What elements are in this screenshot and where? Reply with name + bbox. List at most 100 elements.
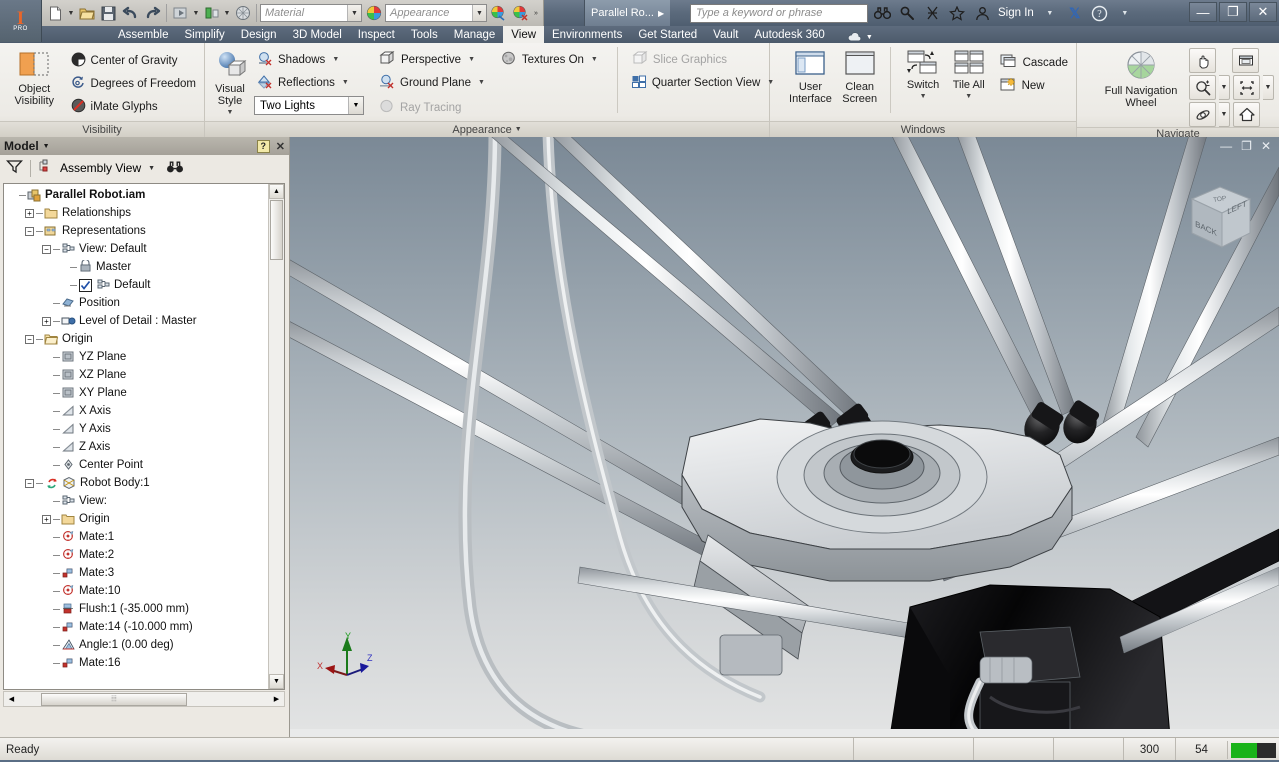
switch-windows-button[interactable]: Switch ▼	[899, 47, 946, 103]
tree-toggle-1[interactable]: +	[25, 208, 34, 218]
select-icon[interactable]	[232, 3, 253, 24]
ground-plane-button[interactable]: Ground Plane ▼	[376, 71, 488, 94]
account-icon[interactable]	[971, 3, 993, 23]
tree-node[interactable]: Mate:10	[4, 582, 268, 600]
open-icon[interactable]	[76, 3, 97, 24]
ground-plane-caret-icon[interactable]: ▼	[478, 79, 485, 86]
appearance-clear-icon[interactable]	[510, 3, 531, 24]
tab-inspect[interactable]: Inspect	[350, 26, 403, 43]
clean-screen-button[interactable]: Clean Screen	[837, 47, 883, 105]
tree-node[interactable]: Mate:14 (-10.000 mm)	[4, 618, 268, 636]
reflections-caret-icon[interactable]: ▼	[342, 79, 349, 86]
tile-all-button[interactable]: Tile All ▼	[947, 47, 991, 103]
tree-node[interactable]: − Representations	[4, 222, 268, 240]
tab-vault[interactable]: Vault	[705, 26, 746, 43]
object-visibility-button[interactable]: Object Visibility	[5, 47, 64, 107]
tree-node[interactable]: Flush:1 (-35.000 mm)	[4, 600, 268, 618]
shadows-button[interactable]: Shadows ▼	[254, 48, 364, 71]
tab-get-started[interactable]: Get Started	[630, 26, 705, 43]
tab-3d-model[interactable]: 3D Model	[285, 26, 350, 43]
tree-node[interactable]: − Robot Body:1	[4, 474, 268, 492]
zoom-window-icon[interactable]	[1233, 75, 1260, 100]
tree-toggle-8[interactable]: −	[25, 334, 34, 344]
tree-toggle-16[interactable]: −	[25, 478, 34, 488]
binoculars-search-icon[interactable]	[166, 160, 184, 177]
lighting-style-caret-icon[interactable]: ▼	[348, 97, 363, 114]
tree-node[interactable]: Z Axis	[4, 438, 268, 456]
tree-node[interactable]: + Level of Detail : Master	[4, 312, 268, 330]
tree-node[interactable]: XY Plane	[4, 384, 268, 402]
tree-vertical-scrollbar[interactable]: ▲ ▼	[268, 184, 284, 689]
tab-simplify[interactable]: Simplify	[177, 26, 233, 43]
lighting-style-dropdown[interactable]: Two Lights ▼	[254, 96, 364, 115]
tab-design[interactable]: Design	[233, 26, 285, 43]
tree-node[interactable]: Angle:1 (0.00 deg)	[4, 636, 268, 654]
tree-toggle-18[interactable]: +	[42, 514, 51, 524]
feedback-icon[interactable]	[921, 3, 943, 23]
redo-icon[interactable]	[142, 3, 163, 24]
tree-node[interactable]: Default	[4, 276, 268, 294]
viewport-minimize-button[interactable]: —	[1217, 140, 1235, 152]
zoom-icon[interactable]	[1189, 75, 1216, 100]
exchange-apps-icon[interactable]: 𝕏	[1064, 3, 1086, 23]
update-dropdown-caret[interactable]: ▼	[223, 3, 231, 24]
viewport-restore-button[interactable]: ❐	[1238, 140, 1255, 152]
binoculars-icon[interactable]	[871, 3, 893, 23]
view-cube[interactable]: TOP BACK LEFT	[1172, 177, 1264, 262]
cloud-caret-icon[interactable]: ▼	[866, 34, 873, 41]
save-icon[interactable]	[98, 3, 119, 24]
reflections-button[interactable]: Reflections ▼	[254, 71, 364, 94]
tab-manage[interactable]: Manage	[446, 26, 504, 43]
sign-in-button[interactable]: Sign In	[996, 7, 1036, 19]
tree-node[interactable]: − View: Default	[4, 240, 268, 258]
browser-title-bar[interactable]: Model ▼ ? ✕	[0, 137, 289, 155]
tree-node[interactable]: Parallel Robot.iam	[4, 186, 268, 204]
search-input[interactable]: Type a keyword or phrase	[690, 3, 868, 23]
degrees-of-freedom-button[interactable]: Degrees of Freedom	[68, 72, 199, 95]
sign-in-caret-icon[interactable]: ▼	[1039, 3, 1061, 23]
help-icon[interactable]: ?	[1089, 3, 1111, 23]
full-navigation-wheel-button[interactable]: Full Navigation Wheel	[1097, 47, 1185, 109]
graphics-viewport[interactable]: — ❐ ✕ TOP BACK LEFT Y X Z	[290, 137, 1279, 737]
perspective-caret-icon[interactable]: ▼	[468, 56, 475, 63]
appearance-panel-caret-icon[interactable]: ▼	[515, 126, 522, 133]
new-window-button[interactable]: New	[997, 74, 1071, 97]
tree-node[interactable]: YZ Plane	[4, 348, 268, 366]
tree-node[interactable]: Master	[4, 258, 268, 276]
browser-help-icon[interactable]: ?	[256, 139, 270, 153]
scroll-down-arrow-icon[interactable]: ▼	[269, 674, 284, 689]
tree-node[interactable]: − Origin	[4, 330, 268, 348]
zoom-all-icon[interactable]	[1232, 48, 1259, 73]
close-button[interactable]: ✕	[1249, 2, 1277, 22]
document-tab-arrow-icon[interactable]: ▶	[658, 9, 664, 18]
textures-button[interactable]: Textures On ▼	[498, 48, 601, 71]
tree-node[interactable]: Mate:16	[4, 654, 268, 672]
update-icon[interactable]	[201, 3, 222, 24]
tree-node[interactable]: Y Axis	[4, 420, 268, 438]
assembly-view-caret-icon[interactable]: ▼	[148, 165, 155, 172]
tree-toggle-3[interactable]: −	[42, 244, 51, 254]
filter-icon[interactable]	[6, 159, 23, 177]
textures-caret-icon[interactable]: ▼	[591, 56, 598, 63]
help-caret-icon[interactable]: ▼	[1114, 3, 1136, 23]
scroll-up-arrow-icon[interactable]: ▲	[269, 184, 284, 199]
tab-assemble[interactable]: Assemble	[110, 26, 177, 43]
return-icon[interactable]	[170, 3, 191, 24]
new-icon[interactable]	[45, 3, 66, 24]
cloud-status-indicator[interactable]: ▼	[847, 32, 873, 43]
center-of-gravity-button[interactable]: Center of Gravity	[68, 49, 199, 72]
orbit-caret-icon[interactable]: ▼	[1219, 102, 1230, 127]
tree-node[interactable]: + Relationships	[4, 204, 268, 222]
help-search-icon[interactable]	[896, 3, 918, 23]
zoom-caret-icon[interactable]: ▼	[1219, 75, 1230, 100]
viewport-close-button[interactable]: ✕	[1258, 140, 1274, 152]
maximize-button[interactable]: ❐	[1219, 2, 1247, 22]
user-interface-button[interactable]: User Interface	[784, 47, 837, 105]
tree-node[interactable]: Mate:1	[4, 528, 268, 546]
visual-style-button[interactable]: Visual Style ▼	[210, 47, 250, 119]
chevron-down-icon[interactable]: ▼	[347, 5, 361, 21]
tab-environments[interactable]: Environments	[544, 26, 630, 43]
tab-tools[interactable]: Tools	[403, 26, 446, 43]
favorites-star-icon[interactable]	[946, 3, 968, 23]
zoom-window-caret-icon[interactable]: ▼	[1263, 75, 1274, 100]
